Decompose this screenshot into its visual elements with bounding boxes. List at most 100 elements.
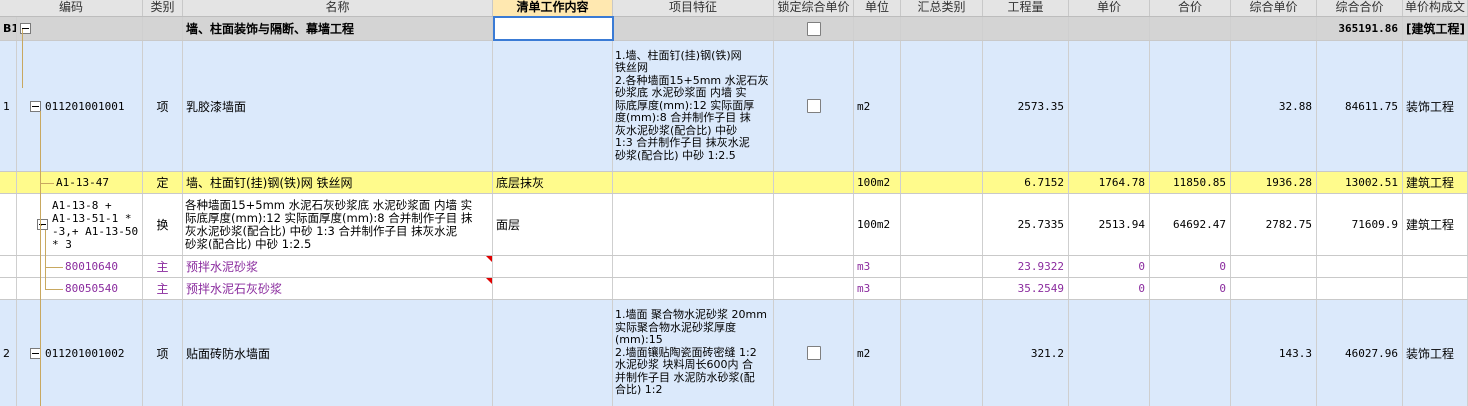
row-category: 项 <box>143 41 183 171</box>
row-work-content[interactable]: 底层抹灰 <box>493 172 613 193</box>
col-header-composite-total[interactable]: 综合合价 <box>1317 0 1403 16</box>
col-header-lock-price[interactable]: 锁定综合单价 <box>774 0 854 16</box>
row-category: 换 <box>143 194 183 255</box>
row-price-composition: 建筑工程 <box>1403 194 1468 255</box>
row-work-content[interactable] <box>493 300 613 406</box>
row-seq: 1 <box>0 41 17 171</box>
table-row-item[interactable]: 1 011201001001 项 乳胶漆墙面 1.墙、柱面钉(挂)钢(铁)网 铁… <box>0 41 1468 172</box>
row-composite-total: 84611.75 <box>1317 41 1403 171</box>
table-row-material[interactable]: 80050540 主 预拌水泥石灰砂浆 m3 35.2549 0 0 <box>0 278 1468 300</box>
row-code-cell: 011201001001 <box>17 41 143 171</box>
col-header-code[interactable]: 编码 <box>0 0 143 16</box>
col-header-unit[interactable]: 单位 <box>854 0 901 16</box>
comment-marker-icon <box>486 256 492 262</box>
row-category: 项 <box>143 300 183 406</box>
col-header-summary-category[interactable]: 汇总类别 <box>901 0 983 16</box>
row-quantity[interactable]: 25.7335 <box>983 194 1069 255</box>
col-header-feature[interactable]: 项目特征 <box>613 0 774 16</box>
row-code: A1-13-8 + A1-13-51-1 * -3,+ A1-13-50 * 3 <box>52 198 139 251</box>
tree-connector-line <box>40 183 54 184</box>
lock-price-cell <box>774 41 854 171</box>
row-quantity[interactable]: 6.7152 <box>983 172 1069 193</box>
row-composite-total: 71609.9 <box>1317 194 1403 255</box>
tree-connector-line <box>22 29 23 88</box>
row-unit <box>854 17 901 40</box>
row-feature <box>613 278 774 299</box>
row-composite-total: 46027.96 <box>1317 300 1403 406</box>
row-name: 贴面砖防水墙面 <box>183 300 493 406</box>
row-seq <box>0 172 17 193</box>
lock-price-checkbox[interactable] <box>806 21 821 36</box>
row-feature <box>613 194 774 255</box>
lock-price-checkbox[interactable] <box>806 346 821 360</box>
row-summary-category <box>901 41 983 171</box>
row-feature[interactable]: 1.墙面 聚合物水泥砂浆 20mm 实际聚合物水泥砂浆厚度 (mm):15 2.… <box>613 300 774 406</box>
row-code: 011201001002 <box>45 346 125 360</box>
row-quantity[interactable]: 35.2549 <box>983 278 1069 299</box>
row-code: 80050540 <box>65 282 118 295</box>
row-unit: m2 <box>854 300 901 406</box>
bill-grid: 编码 类别 名称 清单工作内容 项目特征 锁定综合单价 单位 汇总类别 工程量 … <box>0 0 1468 406</box>
row-unit: m3 <box>854 256 901 277</box>
row-code-cell: 011201001002 <box>17 300 143 406</box>
row-work-content[interactable]: 面层 <box>493 194 613 255</box>
lock-price-cell <box>774 300 854 406</box>
row-price-composition <box>1403 256 1468 277</box>
row-amount: 11850.85 <box>1150 172 1231 193</box>
row-work-content <box>493 278 613 299</box>
row-amount <box>1150 41 1231 171</box>
row-quantity[interactable]: 321.2 <box>983 300 1069 406</box>
row-code-cell <box>17 17 143 40</box>
row-amount: 64692.47 <box>1150 194 1231 255</box>
row-price-composition <box>1403 278 1468 299</box>
row-name: 预拌水泥石灰砂浆 <box>183 278 493 299</box>
col-header-unit-price[interactable]: 单价 <box>1069 0 1150 16</box>
row-quantity[interactable]: 2573.35 <box>983 41 1069 171</box>
col-header-price-composition[interactable]: 单价构成文 <box>1403 0 1468 16</box>
col-header-work-content[interactable]: 清单工作内容 <box>493 0 613 16</box>
row-seq <box>0 256 17 277</box>
table-row-quota[interactable]: A1-13-8 + A1-13-51-1 * -3,+ A1-13-50 * 3… <box>0 194 1468 256</box>
row-amount: 0 <box>1150 278 1231 299</box>
col-header-amount[interactable]: 合价 <box>1150 0 1231 16</box>
row-unit-price: 0 <box>1069 256 1150 277</box>
row-composite-price: 1936.28 <box>1231 172 1317 193</box>
table-row-quota[interactable]: A1-13-47 定 墙、柱面钉(挂)钢(铁)网 铁丝网 底层抹灰 100m2 … <box>0 172 1468 194</box>
collapse-icon[interactable] <box>30 100 41 112</box>
row-amount: 0 <box>1150 256 1231 277</box>
row-code: A1-13-47 <box>56 176 109 189</box>
row-category: 主 <box>143 278 183 299</box>
row-price-composition: 装饰工程 <box>1403 41 1468 171</box>
row-unit: 100m2 <box>854 194 901 255</box>
row-seq <box>0 278 17 299</box>
col-header-composite-price[interactable]: 综合单价 <box>1231 0 1317 16</box>
row-unit: m2 <box>854 41 901 171</box>
row-quantity[interactable]: 23.9322 <box>983 256 1069 277</box>
table-row-material[interactable]: 80010640 主 预拌水泥砂浆 m3 23.9322 0 0 <box>0 256 1468 278</box>
grid-header: 编码 类别 名称 清单工作内容 项目特征 锁定综合单价 单位 汇总类别 工程量 … <box>0 0 1468 17</box>
lock-price-cell <box>774 278 854 299</box>
row-composite-price <box>1231 256 1317 277</box>
row-composite-price: 32.88 <box>1231 41 1317 171</box>
row-work-content[interactable] <box>493 41 613 171</box>
row-work-content <box>493 256 613 277</box>
col-header-category[interactable]: 类别 <box>143 0 183 16</box>
table-row-item[interactable]: 2 011201001002 项 贴面砖防水墙面 1.墙面 聚合物水泥砂浆 20… <box>0 300 1468 406</box>
collapse-icon[interactable] <box>37 219 48 230</box>
lock-price-checkbox[interactable] <box>806 99 821 113</box>
row-unit-price <box>1069 17 1150 40</box>
row-category: 定 <box>143 172 183 193</box>
row-name: 预拌水泥砂浆 <box>183 256 493 277</box>
row-composite-price <box>1231 278 1317 299</box>
row-feature[interactable]: 1.墙、柱面钉(挂)钢(铁)网 铁丝网 2.各种墙面15+5mm 水泥石灰 砂浆… <box>613 41 774 171</box>
row-unit-price: 0 <box>1069 278 1150 299</box>
row-summary-category <box>901 194 983 255</box>
table-row-section[interactable]: B1 墙、柱面装饰与隔断、幕墙工程 365191.86 [建筑工程] <box>0 17 1468 41</box>
row-name: 墙、柱面装饰与隔断、幕墙工程 <box>183 17 493 40</box>
col-header-quantity[interactable]: 工程量 <box>983 0 1069 16</box>
col-header-name[interactable]: 名称 <box>183 0 493 16</box>
row-price-composition: 建筑工程 <box>1403 172 1468 193</box>
row-name: 各种墙面15+5mm 水泥石灰砂浆底 水泥砂浆面 内墙 实 际底厚度(mm):1… <box>183 194 493 255</box>
row-unit-price: 1764.78 <box>1069 172 1150 193</box>
tree-connector-line <box>40 111 41 406</box>
